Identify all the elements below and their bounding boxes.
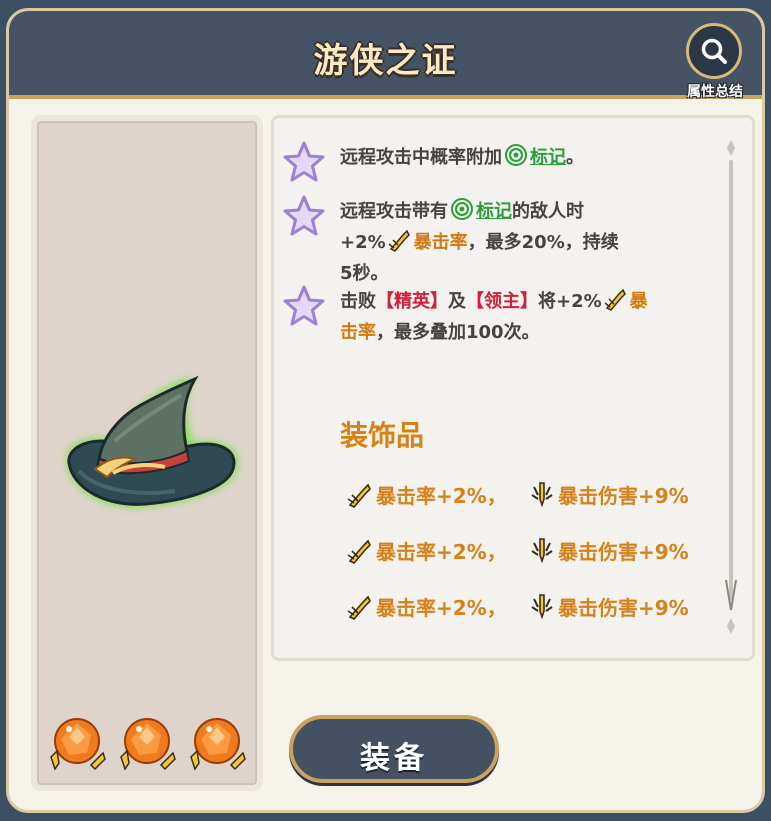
attribute-summary-label: 属性总结 xyxy=(687,84,743,100)
effect-keyword: 【精英】 xyxy=(376,291,448,312)
crit-rate-stat: 暴击率+2%， xyxy=(344,592,507,621)
star-icon xyxy=(283,195,325,236)
effect-text-fragment: ，最多叠加100次。 xyxy=(376,322,540,343)
crit-rate-icon xyxy=(604,287,628,311)
effect-text-fragment: 及 xyxy=(448,291,466,312)
effect-keyword: 暴击率 xyxy=(413,232,468,253)
item-preview-panel xyxy=(31,115,263,791)
effect-text-fragment: 远程攻击中概率附加 xyxy=(340,147,502,168)
crit-rate-stat: 暴击率+2%， xyxy=(344,480,507,509)
item-description-panel[interactable]: 远程攻击中概率附加 标记。 远程攻击带有 标记的敌人时 +2% 暴击率，最多20%，持续… xyxy=(271,115,755,661)
effect-keyword[interactable]: 标记 xyxy=(476,201,512,222)
crit-damage-icon xyxy=(531,538,553,564)
amber-gem-icon[interactable] xyxy=(117,711,177,771)
amber-gem-icon[interactable] xyxy=(47,711,107,771)
effect-keyword[interactable]: 标记 xyxy=(530,147,566,168)
item-detail-modal: 游侠之证 属性总结 远程攻击中概率附加 标记。 远程攻击带有 标记的敌人时 +2… xyxy=(6,8,765,813)
crit-rate-icon xyxy=(347,595,371,620)
target-icon xyxy=(504,143,528,166)
accessory-stat-row: 暴击率+2%， 暴击伤害+9% xyxy=(344,536,744,572)
effect-text-fragment: +2% xyxy=(340,232,386,253)
effect-text-fragment: 。 xyxy=(566,147,584,168)
accessory-stat-row: 暴击率+2%， 暴击伤害+9% xyxy=(344,480,744,516)
accessory-section-title: 装饰品 xyxy=(340,419,425,452)
star-icon xyxy=(283,141,325,182)
amber-gem-icon[interactable] xyxy=(187,711,247,771)
modal-header: 游侠之证 属性总结 xyxy=(9,11,762,100)
effect-text: 远程攻击带有 标记的敌人时 +2% 暴击率，最多20%，持续 5秒。 xyxy=(340,196,710,289)
effect-text: 远程攻击中概率附加 标记。 xyxy=(340,142,710,173)
gem-slots xyxy=(43,711,253,771)
description-scrollbar[interactable] xyxy=(720,140,742,640)
crit-damage-icon xyxy=(531,594,553,620)
crit-damage-stat: 暴击伤害+9% xyxy=(526,592,689,621)
magnifier-icon xyxy=(686,23,742,79)
effect-keyword: 击率 xyxy=(340,322,376,343)
crit-damage-stat: 暴击伤害+9% xyxy=(526,480,689,509)
effect-text-fragment: 5秒。 xyxy=(340,263,389,284)
effect-text-fragment: 远程攻击带有 xyxy=(340,201,448,222)
item-title: 游侠之证 xyxy=(313,41,458,81)
effect-text-fragment: 击败 xyxy=(340,291,376,312)
attribute-summary-button[interactable]: 属性总结 xyxy=(678,19,754,100)
effect-text: 击败【精英】及【领主】将+2% 暴击率，最多叠加100次。 xyxy=(340,286,710,348)
crit-rate-stat: 暴击率+2%， xyxy=(344,536,507,565)
crit-damage-stat: 暴击伤害+9% xyxy=(526,536,689,565)
accessory-stat-row: 暴击率+2%， 暴击伤害+9% xyxy=(344,592,744,628)
equip-button[interactable]: 装备 xyxy=(289,715,499,783)
effect-keyword: 暴 xyxy=(629,291,648,312)
effect-text-fragment: 将+2% xyxy=(538,291,602,312)
target-icon xyxy=(450,197,474,220)
star-icon xyxy=(283,285,325,326)
ranger-hat-icon xyxy=(55,371,245,531)
equip-button-label: 装备 xyxy=(360,741,428,776)
effect-text-fragment: 的敌人时 xyxy=(512,201,584,222)
crit-rate-icon xyxy=(347,539,371,564)
effect-text-fragment: ，最多20%，持续 xyxy=(467,232,619,253)
crit-rate-icon xyxy=(388,228,412,252)
effect-keyword: 【领主】 xyxy=(466,291,538,312)
crit-damage-icon xyxy=(531,482,553,508)
crit-rate-icon xyxy=(347,483,371,508)
